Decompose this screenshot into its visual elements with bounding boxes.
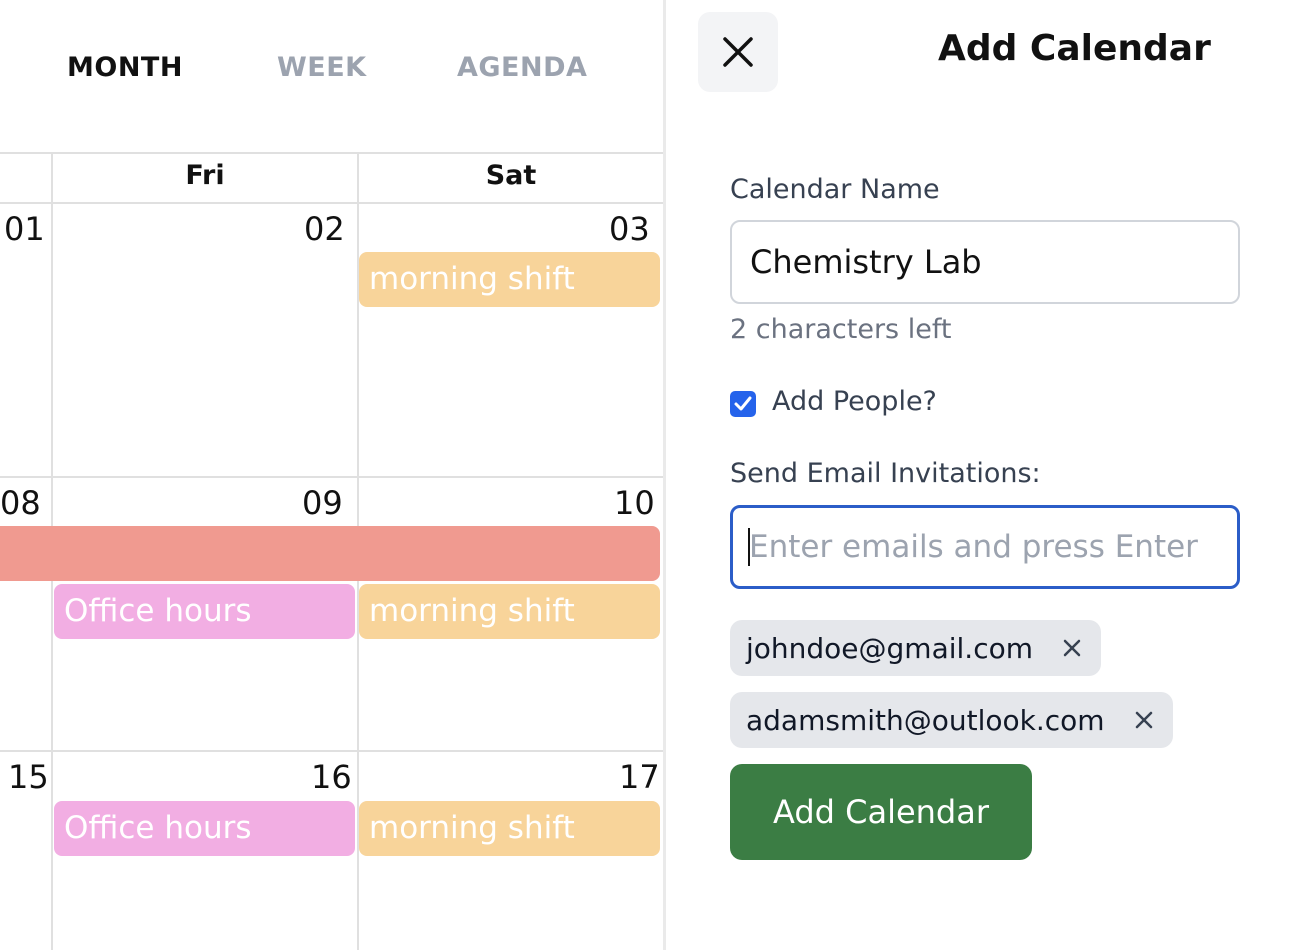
day-number[interactable]: 08 [0, 484, 41, 522]
email-input[interactable] [730, 505, 1240, 589]
weekday-header-fri: Fri [185, 160, 225, 191]
grid-line [0, 476, 665, 478]
grid-line [0, 152, 665, 154]
send-invitations-label: Send Email Invitations: [730, 458, 1041, 489]
close-icon [1135, 711, 1152, 729]
day-number[interactable]: 10 [614, 484, 655, 522]
remove-email-button[interactable] [1131, 707, 1157, 733]
day-number[interactable]: 03 [609, 210, 650, 248]
grid-line [0, 750, 665, 752]
email-chip: adamsmith@outlook.com [730, 692, 1173, 748]
event-multi-day[interactable] [0, 526, 660, 581]
grid-line [0, 202, 665, 204]
day-number[interactable]: 09 [302, 484, 343, 522]
calendar-name-label: Calendar Name [730, 174, 940, 205]
event-office-hours[interactable]: Office hours [54, 584, 355, 639]
day-number[interactable]: 01 [4, 210, 45, 248]
day-number[interactable]: 16 [311, 758, 352, 796]
tab-agenda[interactable]: AGENDA [457, 52, 587, 83]
text-cursor [748, 528, 750, 566]
close-icon [723, 37, 753, 67]
tab-month[interactable]: MONTH [67, 52, 183, 83]
day-number[interactable]: 17 [619, 758, 660, 796]
add-people-checkbox[interactable] [730, 391, 756, 417]
view-tabs: MONTH WEEK AGENDA [0, 52, 665, 96]
panel-title: Add Calendar [938, 28, 1211, 69]
close-button[interactable] [698, 12, 778, 92]
email-chip-text: johndoe@gmail.com [746, 631, 1033, 665]
add-people-label: Add People? [772, 386, 937, 417]
close-icon [1063, 639, 1081, 657]
add-calendar-button[interactable]: Add Calendar [730, 764, 1032, 860]
weekday-header-sat: Sat [485, 160, 537, 191]
tab-week[interactable]: WEEK [277, 52, 367, 83]
event-morning-shift[interactable]: morning shift [359, 584, 660, 639]
characters-left-hint: 2 characters left [730, 314, 952, 345]
event-morning-shift[interactable]: morning shift [359, 801, 660, 856]
email-chip: johndoe@gmail.com [730, 620, 1101, 676]
checkmark-icon [734, 396, 752, 411]
month-grid: Fri Sat 01 02 03 08 09 10 15 16 17 morni… [0, 152, 665, 950]
event-morning-shift[interactable]: morning shift [359, 252, 660, 307]
add-calendar-panel: Add Calendar Calendar Name 2 characters … [666, 0, 1304, 950]
email-chip-text: adamsmith@outlook.com [746, 703, 1105, 737]
event-office-hours[interactable]: Office hours [54, 801, 355, 856]
calendar-name-input[interactable] [730, 220, 1240, 304]
day-number[interactable]: 02 [304, 210, 345, 248]
day-number[interactable]: 15 [8, 758, 49, 796]
remove-email-button[interactable] [1059, 635, 1085, 661]
calendar-view: MONTH WEEK AGENDA Fri Sat 01 02 03 08 09… [0, 0, 665, 950]
